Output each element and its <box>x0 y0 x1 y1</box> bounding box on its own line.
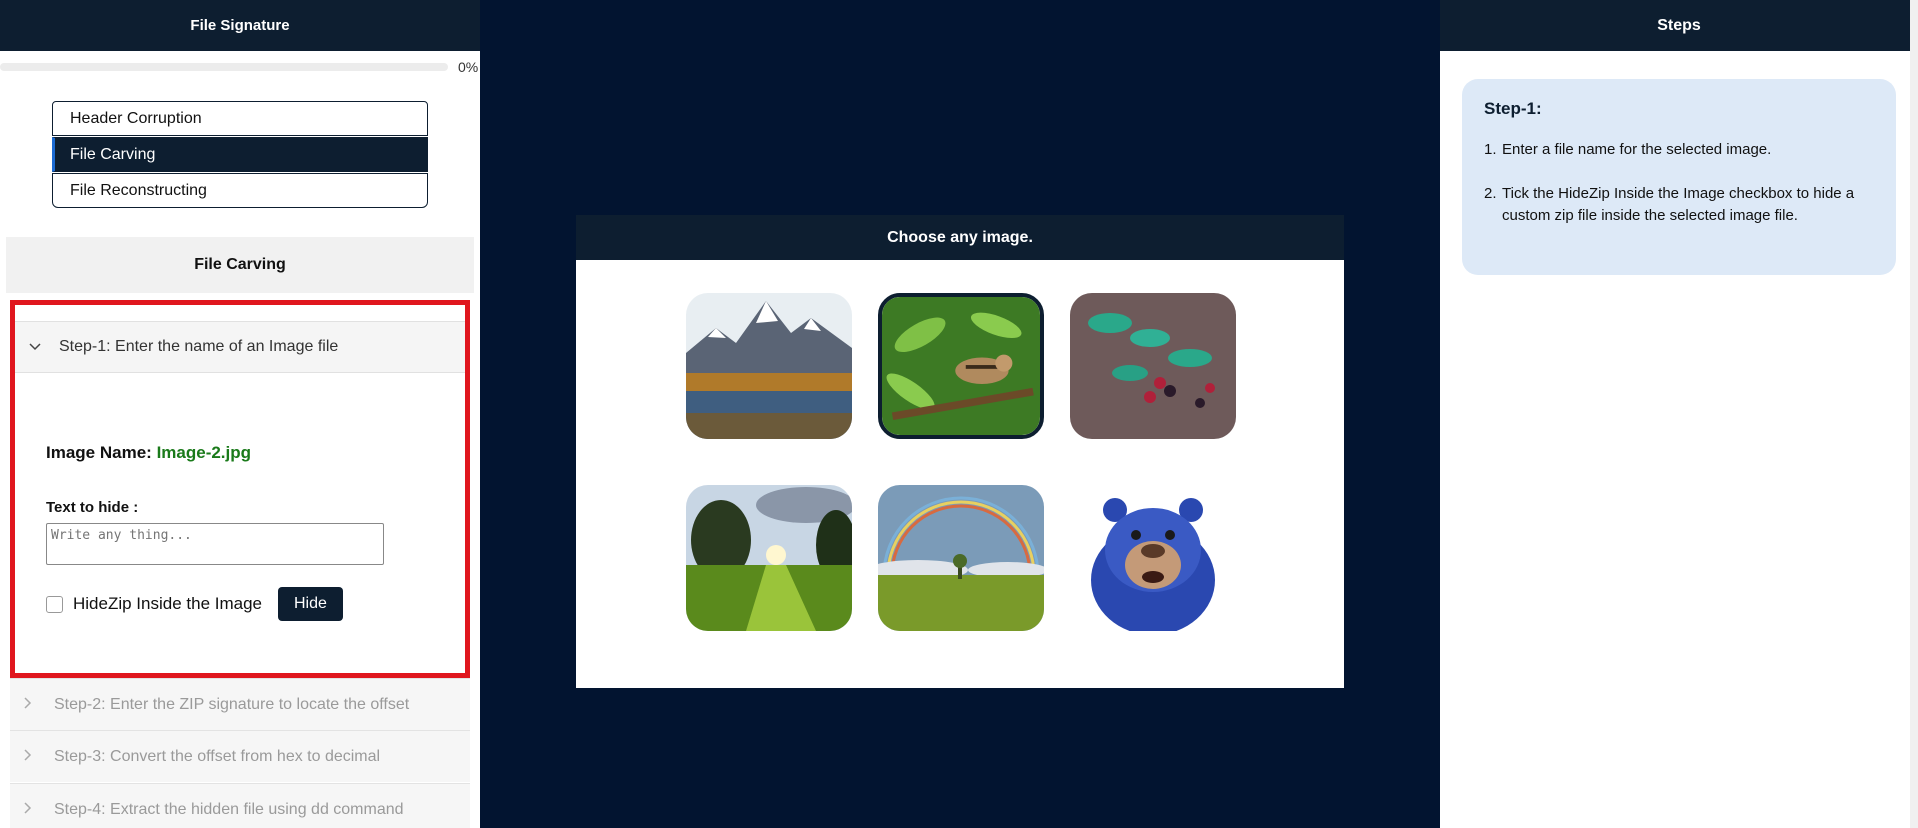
right-panel: Steps Step-1: 1. Enter a file name for t… <box>1440 0 1918 828</box>
steps-item: 1. Enter a file name for the selected im… <box>1484 139 1874 161</box>
hidezip-label: HideZip Inside the Image <box>73 594 262 613</box>
steps-card: Step-1: 1. Enter a file name for the sel… <box>1462 79 1896 275</box>
rainbow-field-image[interactable] <box>878 485 1044 631</box>
berries-image[interactable] <box>1070 293 1236 439</box>
steps-card-title: Step-1: <box>1484 99 1542 118</box>
mode-header-corruption-button[interactable]: Header Corruption <box>52 101 428 136</box>
progress-bar <box>0 63 448 71</box>
image-picker-card: Choose any image. <box>576 215 1344 688</box>
step1-panel: Step-1: Enter the name of an Image file … <box>10 300 470 678</box>
step4-label: Step-4: Extract the hidden file using dd… <box>54 800 404 818</box>
steps-item-text: Enter a file name for the selected image… <box>1502 141 1772 158</box>
chevron-right-icon <box>24 801 54 819</box>
chevron-right-icon <box>24 696 54 714</box>
step2-label: Step-2: Enter the ZIP signature to locat… <box>54 695 410 713</box>
step4-header[interactable]: Step-4: Extract the hidden file using dd… <box>10 783 470 828</box>
progress-text: 0% <box>458 59 479 75</box>
step2-header[interactable]: Step-2: Enter the ZIP signature to locat… <box>10 678 470 730</box>
mountain-lake-image[interactable] <box>686 293 852 439</box>
image-name-value: Image-2.jpg <box>156 443 252 462</box>
steps-item: 2. Tick the HideZip Inside the Image che… <box>1484 183 1874 227</box>
chevron-down-icon <box>29 338 59 356</box>
step3-header[interactable]: Step-3: Convert the offset from hex to d… <box>10 730 470 782</box>
mode-file-carving-button[interactable]: File Carving <box>52 137 428 172</box>
step3-label: Step-3: Convert the offset from hex to d… <box>54 747 381 765</box>
left-panel: File Signature 0% Header Corruption File… <box>0 0 480 828</box>
section-title: File Carving <box>6 237 474 293</box>
chevron-right-icon <box>24 748 54 766</box>
sunset-meadow-image[interactable] <box>686 485 852 631</box>
image-name-row: Image Name: Image-2.jpg <box>46 443 251 463</box>
steps-item-number: 2. <box>1484 185 1497 202</box>
text-to-hide-input[interactable] <box>46 523 384 565</box>
hide-button[interactable]: Hide <box>278 587 343 621</box>
right-panel-title: Steps <box>1440 0 1918 51</box>
right-panel-scrollbar[interactable] <box>1910 0 1918 828</box>
progress-row: 0% <box>0 59 480 75</box>
steps-item-number: 1. <box>1484 141 1497 158</box>
left-panel-title: File Signature <box>0 0 480 51</box>
hidezip-checkbox[interactable] <box>46 595 63 613</box>
step1-header[interactable]: Step-1: Enter the name of an Image file <box>15 321 465 373</box>
mode-file-reconstructing-button[interactable]: File Reconstructing <box>52 173 428 208</box>
step1-header-label: Step-1: Enter the name of an Image file <box>59 338 339 355</box>
chipmunk-image[interactable] <box>878 293 1044 439</box>
blue-bear-image[interactable] <box>1070 485 1236 631</box>
image-picker-title: Choose any image. <box>576 215 1344 260</box>
hidezip-row: HideZip Inside the Image Hide <box>46 587 343 621</box>
steps-item-text: Tick the HideZip Inside the Image checkb… <box>1502 185 1855 224</box>
text-to-hide-label: Text to hide : <box>46 499 139 516</box>
image-name-label: Image Name: <box>46 443 152 462</box>
